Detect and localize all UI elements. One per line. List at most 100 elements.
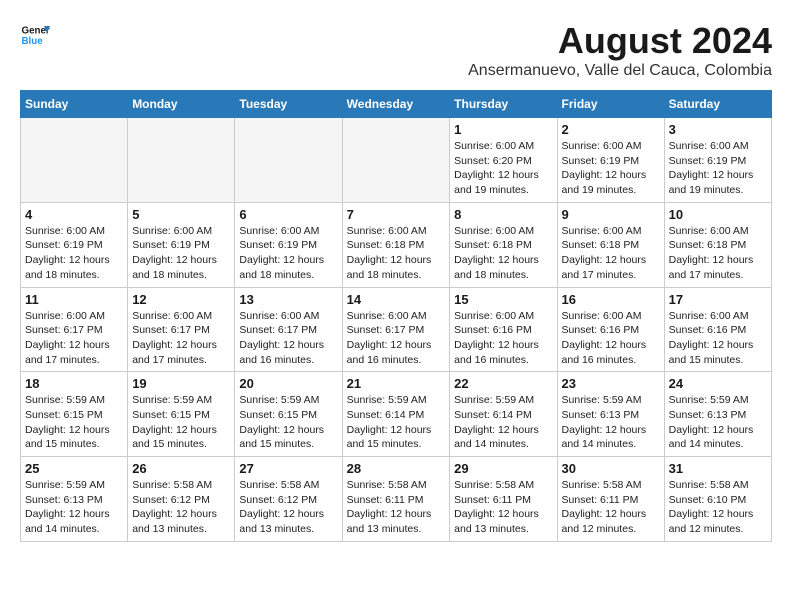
weekday-header-wednesday: Wednesday bbox=[342, 91, 450, 118]
day-number: 30 bbox=[562, 461, 660, 476]
day-number: 2 bbox=[562, 122, 660, 137]
calendar-cell: 29Sunrise: 5:58 AMSunset: 6:11 PMDayligh… bbox=[450, 457, 557, 542]
calendar-cell: 28 Sunrise: 5:58 AMSunset: 6:11 PMDayligh… bbox=[342, 457, 450, 542]
calendar-cell: 24 Sunrise: 5:59 AMSunset: 6:13 PMDayligh… bbox=[664, 372, 771, 457]
calendar-cell: 2 Sunrise: 6:00 AMSunset: 6:19 PMDaylight… bbox=[557, 118, 664, 203]
day-number: 12 bbox=[132, 292, 230, 307]
day-info: Sunrise: 5:59 AMSunset: 6:15 PMDaylight:… bbox=[132, 393, 230, 452]
day-info: Sunrise: 6:00 AMSunset: 6:16 PMDaylight:… bbox=[669, 309, 767, 368]
day-number: 31 bbox=[669, 461, 767, 476]
day-number: 3 bbox=[669, 122, 767, 137]
day-info: Sunrise: 5:58 AMSunset: 6:11 PMDaylight:… bbox=[562, 478, 660, 537]
calendar-cell: 9Sunrise: 6:00 AMSunset: 6:18 PMDaylight… bbox=[557, 202, 664, 287]
calendar-cell: 25 Sunrise: 5:59 AMSunset: 6:13 PMDayligh… bbox=[21, 457, 128, 542]
day-number: 13 bbox=[239, 292, 337, 307]
day-number: 22 bbox=[454, 376, 552, 391]
day-number: 20 bbox=[239, 376, 337, 391]
weekday-header-monday: Monday bbox=[128, 91, 235, 118]
day-number: 28 bbox=[347, 461, 446, 476]
calendar-header-row: SundayMondayTuesdayWednesdayThursdayFrid… bbox=[21, 91, 772, 118]
calendar-cell: 13 Sunrise: 6:00 AMSunset: 6:17 PMDayligh… bbox=[235, 287, 342, 372]
day-number: 19 bbox=[132, 376, 230, 391]
day-info: Sunrise: 5:58 AMSunset: 6:12 PMDaylight:… bbox=[239, 478, 337, 537]
day-info: Sunrise: 6:00 AMSunset: 6:19 PMDaylight:… bbox=[132, 224, 230, 283]
calendar-cell: 3 Sunrise: 6:00 AMSunset: 6:19 PMDaylight… bbox=[664, 118, 771, 203]
logo: General Blue bbox=[20, 20, 50, 50]
day-info: Sunrise: 5:59 AMSunset: 6:14 PMDaylight:… bbox=[347, 393, 446, 452]
calendar-week-3: 11 Sunrise: 6:00 AMSunset: 6:17 PMDayligh… bbox=[21, 287, 772, 372]
day-info: Sunrise: 6:00 AMSunset: 6:18 PMDaylight:… bbox=[347, 224, 446, 283]
page-header: General Blue August 2024 Ansermanuevo, V… bbox=[20, 20, 772, 80]
logo-icon: General Blue bbox=[20, 20, 50, 50]
main-title: August 2024 bbox=[468, 20, 772, 62]
day-info: Sunrise: 6:00 AMSunset: 6:16 PMDaylight:… bbox=[562, 309, 660, 368]
calendar-week-1: 1Sunrise: 6:00 AMSunset: 6:20 PMDaylight… bbox=[21, 118, 772, 203]
day-number: 1 bbox=[454, 122, 552, 137]
weekday-header-sunday: Sunday bbox=[21, 91, 128, 118]
calendar-cell: 7 Sunrise: 6:00 AMSunset: 6:18 PMDaylight… bbox=[342, 202, 450, 287]
calendar-cell: 19 Sunrise: 5:59 AMSunset: 6:15 PMDayligh… bbox=[128, 372, 235, 457]
calendar-cell: 21 Sunrise: 5:59 AMSunset: 6:14 PMDayligh… bbox=[342, 372, 450, 457]
calendar-week-4: 18Sunrise: 5:59 AMSunset: 6:15 PMDayligh… bbox=[21, 372, 772, 457]
day-number: 21 bbox=[347, 376, 446, 391]
calendar-cell: 18Sunrise: 5:59 AMSunset: 6:15 PMDayligh… bbox=[21, 372, 128, 457]
calendar-cell: 6Sunrise: 6:00 AMSunset: 6:19 PMDaylight… bbox=[235, 202, 342, 287]
calendar-cell: 4 Sunrise: 6:00 AMSunset: 6:19 PMDaylight… bbox=[21, 202, 128, 287]
day-number: 16 bbox=[562, 292, 660, 307]
calendar-cell: 26Sunrise: 5:58 AMSunset: 6:12 PMDayligh… bbox=[128, 457, 235, 542]
day-info: Sunrise: 5:59 AMSunset: 6:13 PMDaylight:… bbox=[562, 393, 660, 452]
calendar-cell bbox=[342, 118, 450, 203]
day-number: 27 bbox=[239, 461, 337, 476]
day-info: Sunrise: 5:59 AMSunset: 6:14 PMDaylight:… bbox=[454, 393, 552, 452]
day-info: Sunrise: 6:00 AMSunset: 6:19 PMDaylight:… bbox=[25, 224, 123, 283]
day-info: Sunrise: 6:00 AMSunset: 6:19 PMDaylight:… bbox=[562, 139, 660, 198]
calendar-cell: 16 Sunrise: 6:00 AMSunset: 6:16 PMDayligh… bbox=[557, 287, 664, 372]
day-info: Sunrise: 5:59 AMSunset: 6:13 PMDaylight:… bbox=[669, 393, 767, 452]
calendar-cell: 20 Sunrise: 5:59 AMSunset: 6:15 PMDayligh… bbox=[235, 372, 342, 457]
day-info: Sunrise: 5:59 AMSunset: 6:15 PMDaylight:… bbox=[239, 393, 337, 452]
day-info: Sunrise: 6:00 AMSunset: 6:19 PMDaylight:… bbox=[669, 139, 767, 198]
calendar-cell bbox=[128, 118, 235, 203]
day-info: Sunrise: 6:00 AMSunset: 6:17 PMDaylight:… bbox=[25, 309, 123, 368]
sub-title: Ansermanuevo, Valle del Cauca, Colombia bbox=[468, 62, 772, 80]
day-number: 14 bbox=[347, 292, 446, 307]
calendar-cell: 14 Sunrise: 6:00 AMSunset: 6:17 PMDayligh… bbox=[342, 287, 450, 372]
weekday-header-friday: Friday bbox=[557, 91, 664, 118]
day-info: Sunrise: 5:59 AMSunset: 6:13 PMDaylight:… bbox=[25, 478, 123, 537]
calendar-cell: 8 Sunrise: 6:00 AMSunset: 6:18 PMDaylight… bbox=[450, 202, 557, 287]
calendar-table: SundayMondayTuesdayWednesdayThursdayFrid… bbox=[20, 90, 772, 542]
calendar-cell: 22 Sunrise: 5:59 AMSunset: 6:14 PMDayligh… bbox=[450, 372, 557, 457]
calendar-cell: 17Sunrise: 6:00 AMSunset: 6:16 PMDayligh… bbox=[664, 287, 771, 372]
calendar-cell bbox=[235, 118, 342, 203]
day-info: Sunrise: 6:00 AMSunset: 6:17 PMDaylight:… bbox=[347, 309, 446, 368]
day-info: Sunrise: 5:58 AMSunset: 6:11 PMDaylight:… bbox=[454, 478, 552, 537]
title-block: August 2024 Ansermanuevo, Valle del Cauc… bbox=[468, 20, 772, 80]
day-number: 4 bbox=[25, 207, 123, 222]
day-info: Sunrise: 6:00 AMSunset: 6:18 PMDaylight:… bbox=[562, 224, 660, 283]
calendar-cell: 30 Sunrise: 5:58 AMSunset: 6:11 PMDayligh… bbox=[557, 457, 664, 542]
day-info: Sunrise: 5:58 AMSunset: 6:11 PMDaylight:… bbox=[347, 478, 446, 537]
calendar-cell: 1Sunrise: 6:00 AMSunset: 6:20 PMDaylight… bbox=[450, 118, 557, 203]
day-number: 25 bbox=[25, 461, 123, 476]
day-number: 15 bbox=[454, 292, 552, 307]
calendar-cell bbox=[21, 118, 128, 203]
day-info: Sunrise: 5:58 AMSunset: 6:10 PMDaylight:… bbox=[669, 478, 767, 537]
day-number: 11 bbox=[25, 292, 123, 307]
day-info: Sunrise: 6:00 AMSunset: 6:17 PMDaylight:… bbox=[132, 309, 230, 368]
calendar-cell: 5 Sunrise: 6:00 AMSunset: 6:19 PMDaylight… bbox=[128, 202, 235, 287]
day-number: 23 bbox=[562, 376, 660, 391]
day-number: 8 bbox=[454, 207, 552, 222]
day-number: 5 bbox=[132, 207, 230, 222]
day-info: Sunrise: 5:59 AMSunset: 6:15 PMDaylight:… bbox=[25, 393, 123, 452]
day-info: Sunrise: 5:58 AMSunset: 6:12 PMDaylight:… bbox=[132, 478, 230, 537]
day-info: Sunrise: 6:00 AMSunset: 6:18 PMDaylight:… bbox=[454, 224, 552, 283]
calendar-cell: 15 Sunrise: 6:00 AMSunset: 6:16 PMDayligh… bbox=[450, 287, 557, 372]
weekday-header-saturday: Saturday bbox=[664, 91, 771, 118]
day-number: 7 bbox=[347, 207, 446, 222]
calendar-cell: 27 Sunrise: 5:58 AMSunset: 6:12 PMDayligh… bbox=[235, 457, 342, 542]
day-info: Sunrise: 6:00 AMSunset: 6:17 PMDaylight:… bbox=[239, 309, 337, 368]
day-info: Sunrise: 6:00 AMSunset: 6:16 PMDaylight:… bbox=[454, 309, 552, 368]
svg-text:Blue: Blue bbox=[22, 36, 44, 47]
calendar-cell: 11 Sunrise: 6:00 AMSunset: 6:17 PMDayligh… bbox=[21, 287, 128, 372]
day-number: 24 bbox=[669, 376, 767, 391]
